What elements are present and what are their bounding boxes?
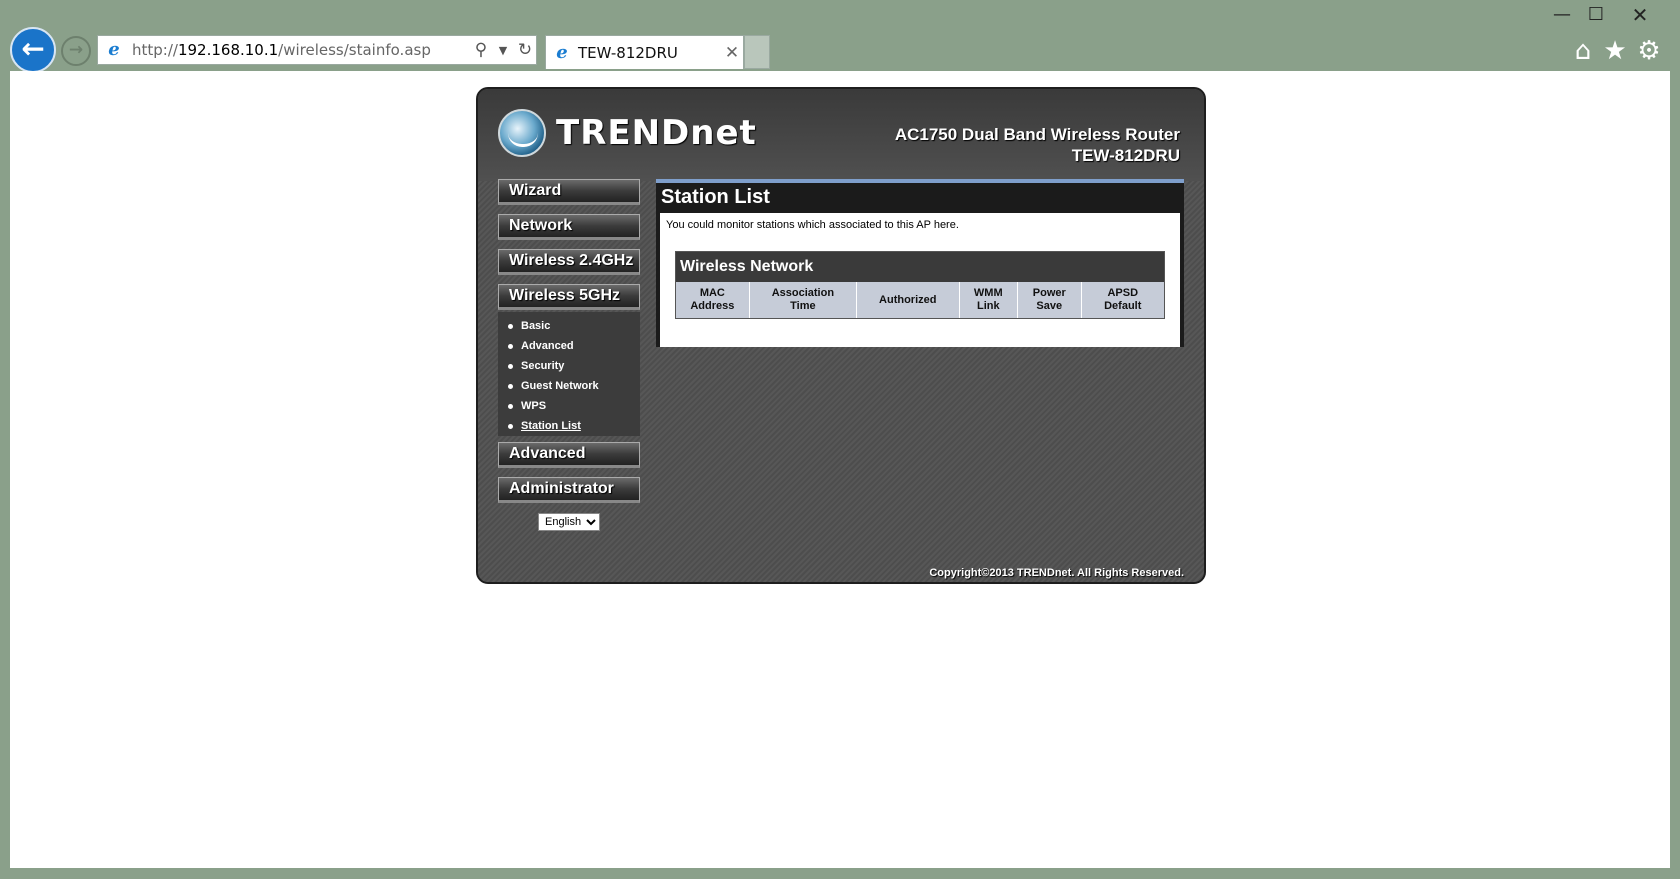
header-line: WMM: [973, 287, 1003, 299]
arrow-right-icon: →: [68, 40, 84, 60]
bullet-icon: [508, 383, 513, 389]
nav-wizard[interactable]: Wizard: [498, 179, 640, 205]
router-panel: TRENDnet AC1750 Dual Band Wireless Route…: [476, 87, 1206, 584]
column-header-apsd-default: APSD Default: [1081, 282, 1164, 318]
refresh-icon[interactable]: ↻: [514, 40, 536, 60]
intro-text: You could monitor stations which associa…: [666, 219, 959, 231]
page-title: Station List: [661, 186, 770, 208]
submenu-label: Basic: [521, 320, 551, 332]
submenu-label: Advanced: [521, 340, 574, 352]
new-tab-button[interactable]: [744, 35, 770, 69]
header-line: Time: [790, 300, 816, 312]
submenu-label: WPS: [521, 400, 547, 412]
nav-administrator[interactable]: Administrator: [498, 477, 640, 503]
column-header-wmm-link: WMM Link: [959, 282, 1019, 318]
browser-tab[interactable]: e TEW-812DRU ✕: [545, 35, 744, 69]
content-area: Station List You could monitor stations …: [656, 179, 1184, 347]
submenu-label: Security: [521, 360, 565, 372]
column-header-power-save: Power Save: [1017, 282, 1082, 318]
window-bottom-border: [0, 868, 1680, 879]
column-header-authorized: Authorized: [856, 282, 960, 318]
address-bar[interactable]: e http://192.168.10.1/wireless/stainfo.a…: [97, 35, 537, 65]
header-line: MAC: [699, 287, 725, 299]
header-line: Link: [976, 300, 1000, 312]
back-button[interactable]: ←: [10, 27, 56, 73]
bullet-icon: [508, 403, 513, 409]
header-line: Power: [1032, 287, 1066, 299]
bullet-icon: [508, 363, 513, 369]
wireless-5ghz-submenu: Basic Advanced Security Guest Network WP…: [498, 312, 640, 436]
bullet-icon: [508, 343, 513, 349]
page-viewport: TRENDnet AC1750 Dual Band Wireless Route…: [10, 71, 1670, 868]
nav-network[interactable]: Network: [498, 214, 640, 240]
ie-page-icon: e: [108, 39, 120, 60]
url-host: 192.168.10.1: [177, 41, 279, 59]
submenu-item-advanced[interactable]: Advanced: [498, 336, 640, 356]
close-window-button[interactable]: ✕: [1614, 2, 1666, 28]
header-line: Association: [771, 287, 835, 299]
model-name: TEW-812DRU: [1071, 146, 1180, 165]
submenu-item-station-list[interactable]: Station List: [498, 416, 640, 436]
bullet-icon: [508, 423, 513, 429]
nav-wireless-5ghz[interactable]: Wireless 5GHz: [498, 284, 640, 310]
header-line: Authorized: [879, 293, 937, 306]
search-icon[interactable]: ⚲: [470, 40, 492, 60]
submenu-item-security[interactable]: Security: [498, 356, 640, 376]
submenu-label: Station List: [521, 420, 581, 432]
chevron-down-icon[interactable]: ▼: [492, 44, 514, 57]
nav-advanced[interactable]: Advanced: [498, 442, 640, 468]
content-title-bar: Station List: [656, 179, 1184, 213]
column-header-association-time: Association Time: [749, 282, 858, 318]
submenu-item-wps[interactable]: WPS: [498, 396, 640, 416]
submenu-item-guest-network[interactable]: Guest Network: [498, 376, 640, 396]
ie-tab-icon: e: [556, 41, 568, 63]
forward-button[interactable]: →: [61, 36, 91, 66]
station-table: MAC Address Association Time Authorized WM…: [676, 282, 1164, 318]
product-name: AC1750 Dual Band Wireless Router: [894, 125, 1180, 144]
url-path: /wireless/stainfo.asp: [278, 41, 431, 59]
section-title: Wireless Network: [676, 252, 1164, 282]
brand-logo-text: TRENDnet: [556, 113, 757, 153]
table-header-row: MAC Address Association Time Authorized WM…: [676, 282, 1164, 318]
home-icon[interactable]: ⌂: [1568, 36, 1598, 66]
header-line: APSD: [1107, 287, 1139, 299]
wireless-network-box: Wireless Network MAC Address Association T…: [675, 251, 1165, 319]
arrow-left-icon: ←: [21, 32, 45, 65]
star-icon[interactable]: ★: [1600, 36, 1630, 66]
language-select[interactable]: English: [538, 513, 600, 531]
router-header: TRENDnet AC1750 Dual Band Wireless Route…: [478, 89, 1204, 181]
submenu-label: Guest Network: [521, 380, 599, 392]
url-prefix: http://: [132, 41, 178, 59]
submenu-item-basic[interactable]: Basic: [498, 316, 640, 336]
header-line: Save: [1036, 300, 1063, 312]
maximize-button[interactable]: ☐: [1576, 2, 1616, 28]
header-line: Default: [1104, 300, 1142, 312]
bullet-icon: [508, 323, 513, 329]
url-text[interactable]: http://192.168.10.1/wireless/stainfo.asp: [132, 41, 470, 59]
nav-wireless-24ghz[interactable]: Wireless 2.4GHz: [498, 249, 640, 275]
header-line: Address: [690, 300, 735, 312]
tab-title: TEW-812DRU: [578, 43, 678, 62]
content-body: You could monitor stations which associa…: [656, 213, 1184, 347]
copyright-text: Copyright©2013 TRENDnet. All Rights Rese…: [929, 567, 1184, 579]
close-tab-icon[interactable]: ✕: [721, 43, 743, 63]
browser-chrome: — ☐ ✕ ← → e http://192.168.10.1/wireless…: [0, 0, 1680, 73]
column-header-mac-address: MAC Address: [676, 282, 750, 318]
gear-icon[interactable]: ⚙: [1634, 36, 1664, 66]
